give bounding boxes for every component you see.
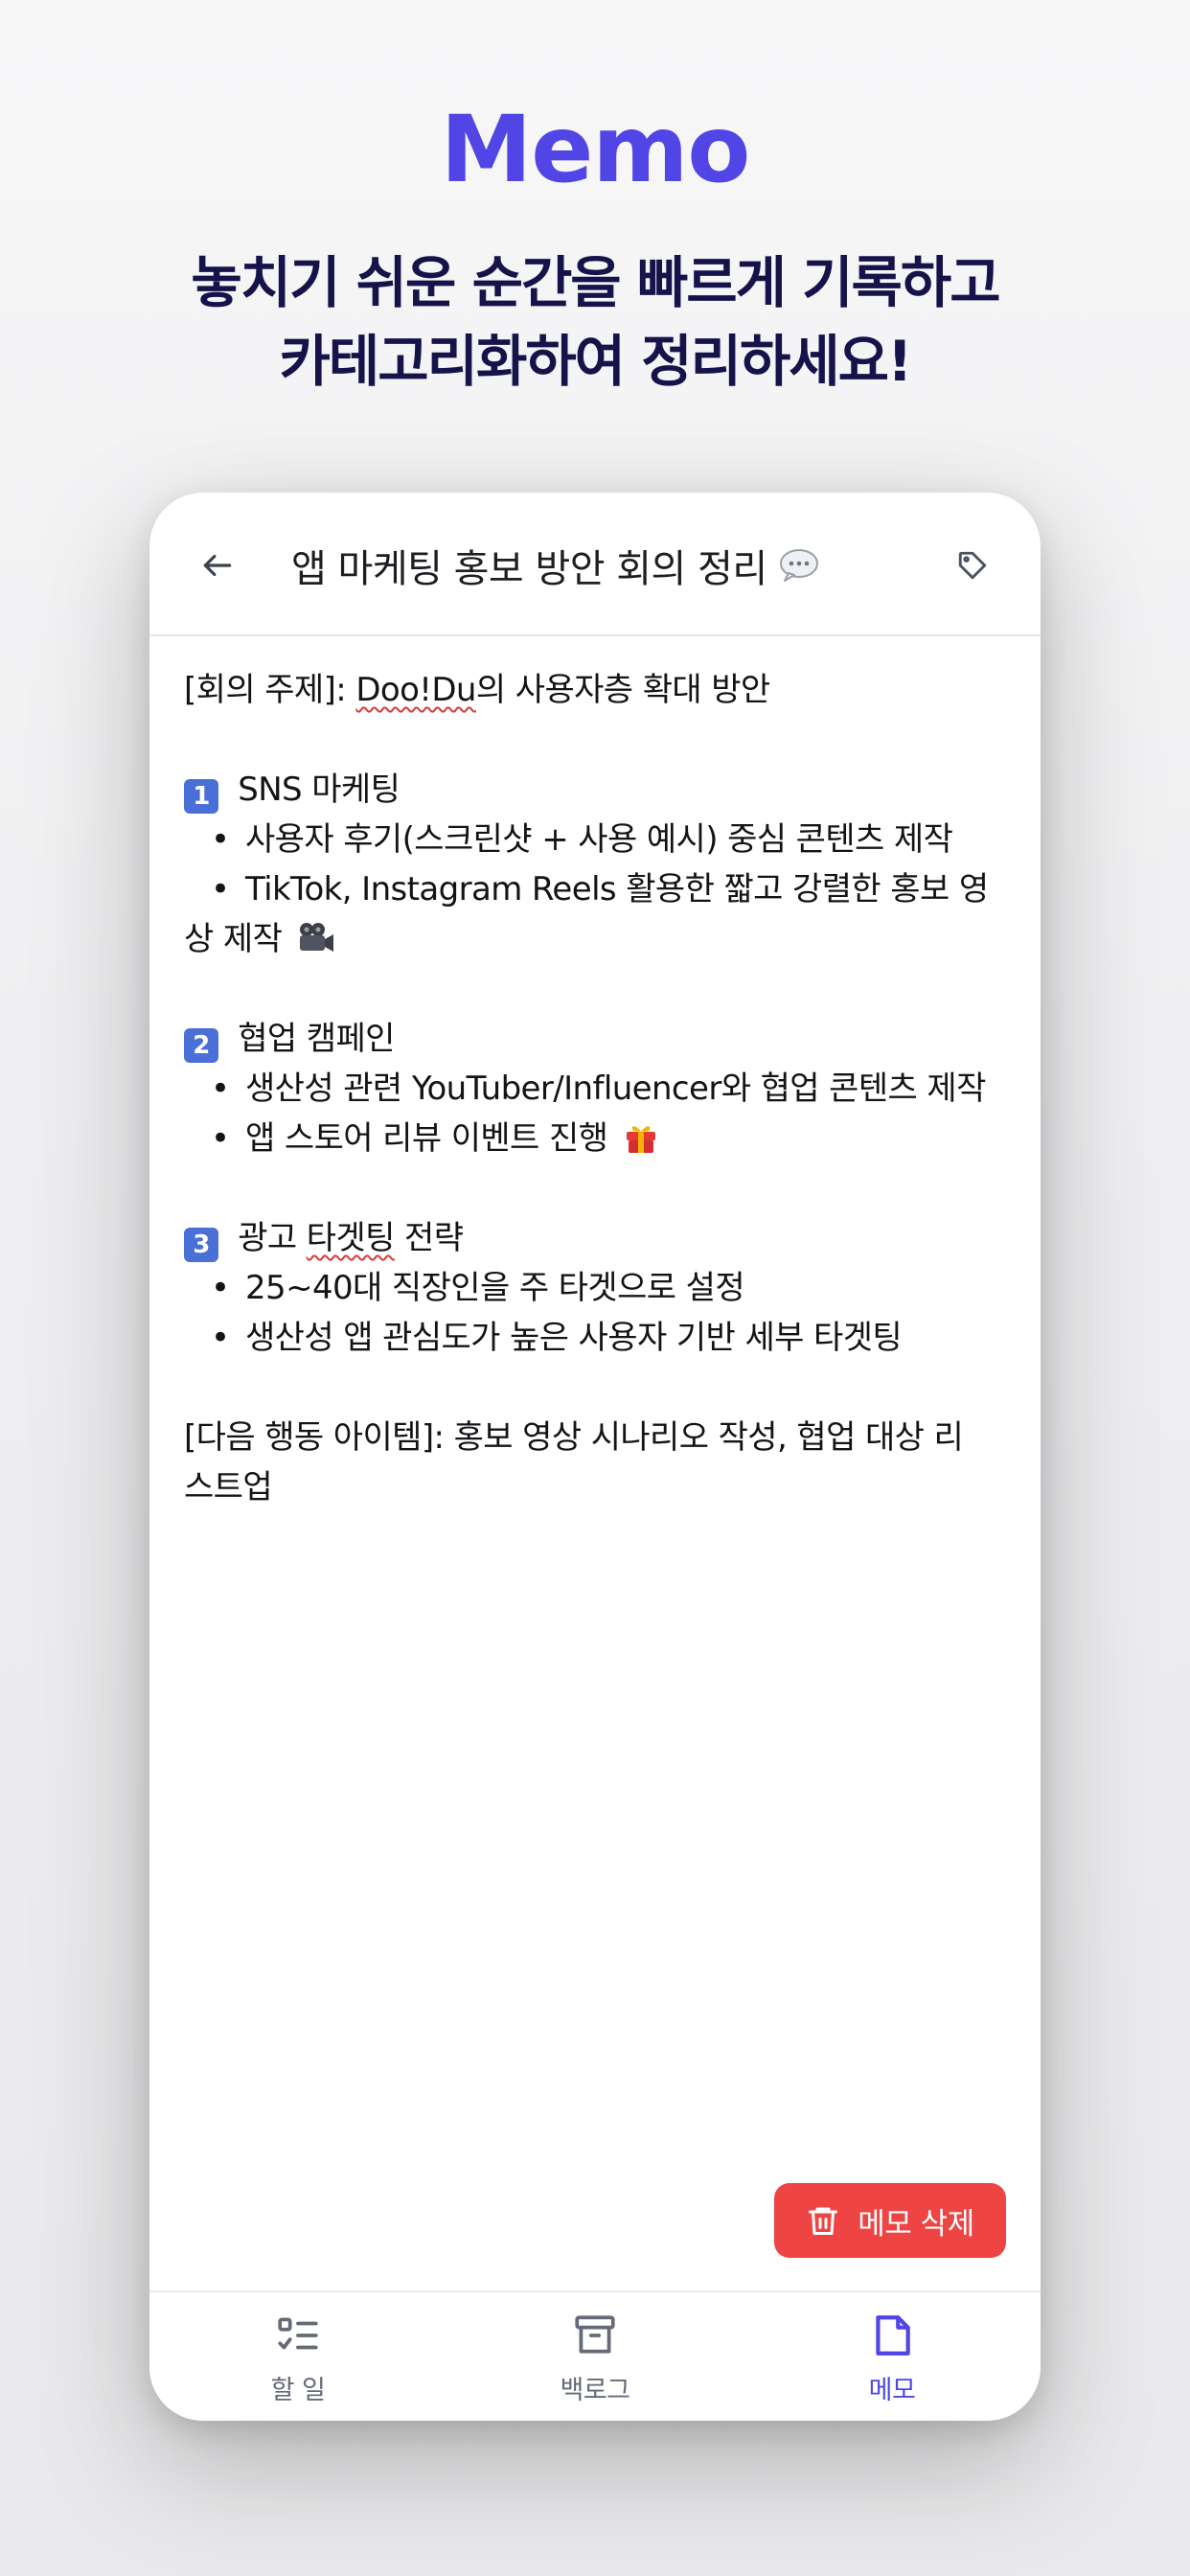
section-3-title-c: 전략: [394, 1219, 464, 1257]
archive-box-icon: [575, 2315, 615, 2354]
tag-icon: [958, 551, 987, 580]
memo-header: 앱 마케팅 홍보 방안 회의 정리: [149, 493, 1041, 636]
delete-memo-button[interactable]: 메모 삭제: [774, 2183, 1006, 2258]
bullet: •: [211, 870, 230, 908]
list-item: • 생산성 앱 관심도가 높은 사용자 기반 세부 타겟팅: [184, 1313, 1018, 1363]
speech-bubble-icon: [779, 549, 818, 582]
list-item: • 앱 스토어 리뷰 이벤트 진행: [184, 1114, 1018, 1163]
keycap-2-icon: 2: [184, 1028, 218, 1063]
gift-icon: [626, 1126, 655, 1153]
bottom-tab-bar: 할 일 백로그 메모: [149, 2290, 1041, 2421]
section-1-title: SNS 마케팅: [228, 770, 400, 809]
section-2-title: 협업 캠페인: [228, 1020, 395, 1058]
section-2-heading: 2 협업 캠페인: [184, 1014, 1018, 1064]
section-1-heading: 1 SNS 마케팅: [184, 765, 1018, 815]
checklist-icon: [278, 2317, 318, 2350]
list-item-text: 앱 스토어 리뷰 이벤트 진행: [245, 1119, 608, 1158]
list-item-text: 사용자 후기(스크린샷 + 사용 예시) 중심 콘텐츠 제작: [245, 820, 953, 859]
list-item-text: 생산성 앱 관심도가 높은 사용자 기반 세부 타겟팅: [245, 1319, 903, 1357]
note-icon: [876, 2315, 910, 2356]
movie-camera-icon: [300, 923, 334, 952]
topic-brand: Doo!Du: [355, 671, 476, 709]
section-3-heading: 3 광고 타겟팅 전략: [184, 1213, 1018, 1263]
memo-body[interactable]: [회의 주제]: Doo!Du의 사용자층 확대 방안 1 SNS 마케팅 • 사…: [184, 665, 1018, 1512]
list-item: • 사용자 후기(스크린샷 + 사용 예시) 중심 콘텐츠 제작: [184, 815, 1018, 864]
list-item: • 25~40대 직장인을 주 타겟으로 설정: [184, 1263, 1018, 1313]
next-actions-text: 스트업: [184, 1468, 273, 1506]
bullet: •: [211, 1070, 230, 1108]
phone-screen: 앱 마케팅 홍보 방안 회의 정리 [회의 주제]: Doo!Du의 사용자층 …: [149, 493, 1041, 2421]
tab-todo-label: 할 일: [270, 2376, 326, 2405]
next-actions-continuation: 스트업: [184, 1462, 1018, 1512]
next-actions-line: [다음 행동 아이템]: 홍보 영상 시나리오 작성, 협업 대상 리: [184, 1413, 1018, 1462]
tab-memo[interactable]: 메모: [796, 2312, 988, 2407]
tab-memo-label: 메모: [868, 2376, 916, 2405]
list-item-text: 상 제작: [184, 920, 283, 958]
list-item: • TikTok, Instagram Reels 활용한 짧고 강렬한 홍보 영: [184, 864, 1018, 914]
arrow-left-icon: [203, 554, 232, 577]
tab-backlog-label: 백로그: [560, 2376, 630, 2405]
list-item: • 생산성 관련 YouTuber/Influencer와 협업 콘텐츠 제작: [184, 1064, 1018, 1114]
topic-suffix: 의 사용자층 확대 방안: [475, 671, 770, 709]
keycap-3-icon: 3: [184, 1228, 218, 1262]
section-3-title-b: 타겟팅: [306, 1219, 396, 1257]
list-item-text: TikTok, Instagram Reels 활용한 짧고 강렬한 홍보 영: [245, 870, 989, 908]
bullet: •: [211, 820, 230, 859]
bullet: •: [211, 1269, 230, 1307]
tab-todo[interactable]: 할 일: [202, 2312, 394, 2407]
tab-backlog[interactable]: 백로그: [499, 2312, 691, 2407]
list-item-continuation: 상 제작: [184, 914, 1018, 964]
list-item-text: 생산성 관련 YouTuber/Influencer와 협업 콘텐츠 제작: [245, 1070, 986, 1108]
promo-subtitle-line2: 카테고리화하여 정리하세요!: [279, 329, 913, 394]
next-actions-text: [다음 행동 아이템]: 홍보 영상 시나리오 작성, 협업 대상 리: [184, 1418, 964, 1457]
delete-memo-label: 메모 삭제: [858, 2206, 974, 2242]
promo-title: Memo: [440, 96, 751, 203]
list-item-text: 25~40대 직장인을 주 타겟으로 설정: [245, 1269, 745, 1307]
bullet: •: [211, 1319, 230, 1357]
topic-prefix: [회의 주제]:: [184, 671, 356, 709]
memo-title[interactable]: 앱 마케팅 홍보 방안 회의 정리: [291, 535, 819, 596]
section-3-title-a: 광고: [228, 1219, 307, 1257]
memo-topic-line: [회의 주제]: Doo!Du의 사용자층 확대 방안: [184, 665, 1018, 715]
promo-subtitle-line1: 놓치기 쉬운 순간을 빠르게 기록하고: [191, 250, 1000, 315]
tag-button[interactable]: [943, 536, 1002, 595]
bullet: •: [211, 1119, 230, 1158]
keycap-1-icon: 1: [184, 779, 218, 814]
back-button[interactable]: [188, 536, 247, 595]
memo-title-text: 앱 마케팅 홍보 방안 회의 정리: [291, 547, 767, 591]
trash-icon: [809, 2207, 838, 2235]
